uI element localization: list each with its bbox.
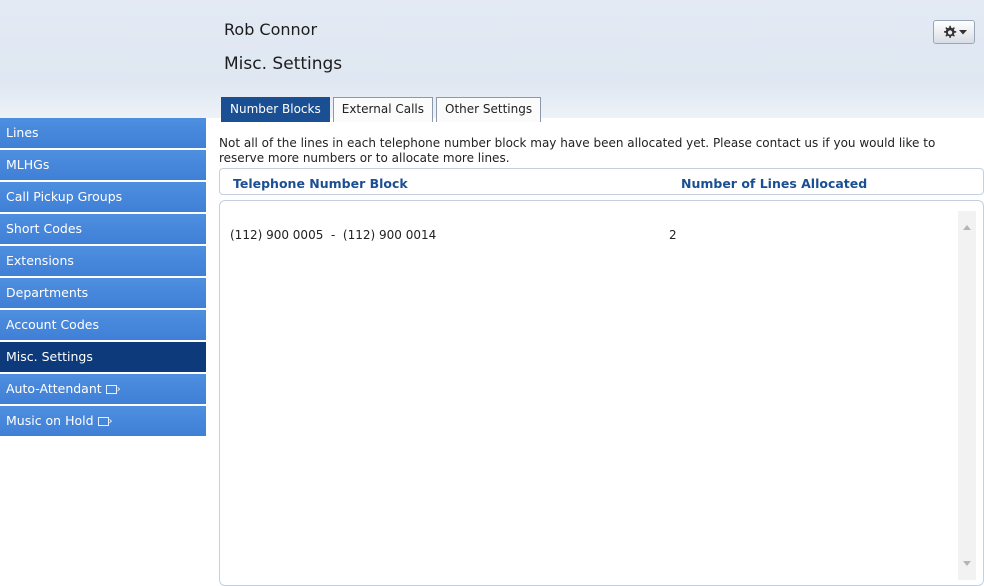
scroll-down-arrow-icon[interactable] <box>963 561 971 566</box>
tab-bar: Number Blocks External Calls Other Setti… <box>221 97 542 122</box>
sidebar-item-call-pickup-groups[interactable]: Call Pickup Groups <box>0 182 206 212</box>
arrow-right-icon: › <box>108 415 113 427</box>
settings-menu-button[interactable] <box>933 20 975 44</box>
user-name: Rob Connor <box>224 20 318 39</box>
column-header-number-block: Telephone Number Block <box>233 176 408 191</box>
sidebar-item-label: Account Codes <box>6 317 99 332</box>
sidebar-item-label: Auto-Attendant <box>6 381 102 396</box>
sidebar-item-label: Lines <box>6 125 39 140</box>
sidebar-item-short-codes[interactable]: Short Codes <box>0 214 206 244</box>
sidebar-item-lines[interactable]: Lines <box>0 118 206 148</box>
page-title: Misc. Settings <box>224 54 343 74</box>
sidebar-item-label: MLHGs <box>6 157 50 172</box>
sidebar-item-departments[interactable]: Departments <box>0 278 206 308</box>
sidebar-item-extensions[interactable]: Extensions <box>0 246 206 276</box>
lines-allocated-cell: 2 <box>669 228 677 242</box>
column-header-lines-allocated: Number of Lines Allocated <box>681 176 868 191</box>
chevron-down-icon <box>958 29 967 35</box>
table-header: Telephone Number Block Number of Lines A… <box>219 168 984 195</box>
table-row[interactable]: (112) 900 0005 - (112) 900 0014 2 <box>220 228 940 246</box>
number-block-cell: (112) 900 0005 - (112) 900 0014 <box>230 228 437 242</box>
tab-other-settings[interactable]: Other Settings <box>436 97 542 122</box>
sidebar-item-label: Misc. Settings <box>6 349 93 364</box>
tab-external-calls[interactable]: External Calls <box>332 97 433 122</box>
sidebar-item-auto-attendant[interactable]: Auto-Attendant › <box>0 374 206 404</box>
vertical-scrollbar[interactable] <box>958 211 976 580</box>
sidebar-item-label: Departments <box>6 285 89 300</box>
external-link-icon <box>97 417 109 426</box>
gear-icon <box>942 25 957 40</box>
info-message: Not all of the lines in each telephone n… <box>219 136 936 165</box>
sidebar-item-account-codes[interactable]: Account Codes <box>0 310 206 340</box>
sidebar-item-label: Extensions <box>6 253 74 268</box>
tab-number-blocks[interactable]: Number Blocks <box>221 97 330 122</box>
sidebar-item-label: Music on Hold <box>6 413 94 428</box>
scroll-up-arrow-icon[interactable] <box>963 225 971 230</box>
sidebar-item-mlhgs[interactable]: MLHGs <box>0 150 206 180</box>
table-body: (112) 900 0005 - (112) 900 0014 2 <box>219 200 984 586</box>
external-link-icon <box>105 385 117 394</box>
sidebar-item-misc-settings[interactable]: Misc. Settings <box>0 342 206 372</box>
sidebar-item-music-on-hold[interactable]: Music on Hold › <box>0 406 206 436</box>
arrow-right-icon: › <box>116 383 121 395</box>
sidebar-item-label: Short Codes <box>6 221 83 236</box>
sidebar-nav: Lines MLHGs Call Pickup Groups Short Cod… <box>0 118 206 438</box>
sidebar-item-label: Call Pickup Groups <box>6 189 123 204</box>
